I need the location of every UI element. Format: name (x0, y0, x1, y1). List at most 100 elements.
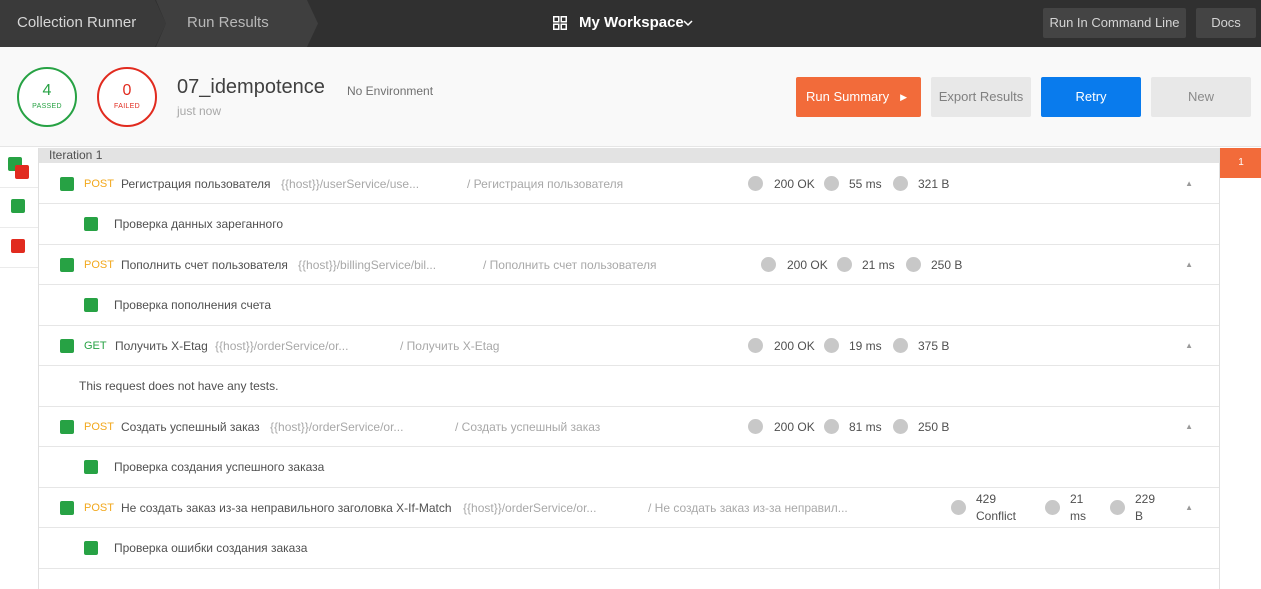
fail-status-icon (15, 165, 29, 179)
pass-status-icon (84, 541, 98, 555)
request-row[interactable]: GET Получить X-Etag {{host}}/orderServic… (39, 326, 1219, 366)
run-summary-button[interactable]: Run Summary ▶ (796, 77, 921, 117)
filter-failed[interactable] (0, 228, 38, 268)
pass-status-icon (60, 339, 74, 353)
fail-status-icon (11, 239, 25, 253)
response-size: 321 B (918, 177, 950, 191)
request-folder: / Регистрация пользователя (467, 177, 624, 191)
results-list: Iteration 1 POST Регистрация пользовател… (39, 148, 1219, 589)
run-in-command-line-button[interactable]: Run In Command Line (1043, 8, 1186, 38)
run-summary-label: Run Summary (806, 89, 890, 104)
collapse-icon[interactable]: ▲ (1185, 245, 1193, 285)
passed-count: 4 (42, 82, 52, 99)
chevron-down-icon (683, 0, 693, 46)
time-dot (837, 257, 852, 272)
size-dot (893, 419, 908, 434)
workspace-label: My Workspace (579, 14, 684, 31)
pass-status-icon (60, 177, 74, 191)
response-time: 55 ms (849, 177, 882, 191)
test-name: Проверка создания успешного заказа (114, 460, 325, 474)
breadcrumb-collection-runner[interactable]: Collection Runner (0, 0, 166, 47)
filter-rail (0, 148, 39, 589)
request-url: {{host}}/userService/use... (281, 177, 420, 191)
test-name: Проверка данных зареганного (114, 217, 283, 231)
request-row[interactable]: POST Пополнить счет пользователя {{host}… (39, 245, 1219, 285)
collapse-icon[interactable]: ▲ (1185, 326, 1193, 366)
request-row[interactable]: POST Регистрация пользователя {{host}}/u… (39, 164, 1219, 204)
pass-status-icon (60, 501, 74, 515)
pass-status-icon (60, 258, 74, 272)
request-method: POST (84, 502, 114, 514)
request-folder: / Пополнить счет пользователя (483, 258, 657, 272)
test-row: Проверка пополнения счета (39, 285, 1219, 326)
pass-status-icon (84, 298, 98, 312)
status-dot (748, 419, 763, 434)
response-status: 429 Conflict (976, 491, 1016, 525)
size-dot (893, 176, 908, 191)
export-results-button[interactable]: Export Results (931, 77, 1031, 117)
request-folder: / Получить X-Etag (400, 339, 500, 353)
test-row: Проверка создания успешного заказа (39, 447, 1219, 488)
request-name: Не создать заказ из-за неправильного заг… (121, 501, 452, 515)
run-name: 07_idempotence (177, 76, 325, 98)
request-url: {{host}}/orderService/or... (215, 339, 349, 353)
size-dot (893, 338, 908, 353)
top-bar: Collection Runner Run Results My Workspa… (0, 0, 1261, 47)
iteration-tab[interactable]: 1 (1220, 148, 1261, 178)
response-size-value: 229 (1135, 492, 1156, 506)
time-dot (1045, 500, 1060, 515)
request-row[interactable]: POST Создать успешный заказ {{host}}/ord… (39, 407, 1219, 447)
collapse-icon[interactable]: ▲ (1185, 164, 1193, 204)
response-time: 19 ms (849, 339, 882, 353)
status-dot (748, 176, 763, 191)
run-summary-header: 4 PASSED 0 FAILED 07_idempotence No Envi… (0, 47, 1261, 147)
new-button[interactable]: New (1151, 77, 1251, 117)
request-name: Получить X-Etag (115, 339, 208, 353)
request-name: Создать успешный заказ (121, 420, 260, 434)
request-method: POST (84, 178, 114, 190)
docs-button[interactable]: Docs (1196, 8, 1256, 38)
response-time-value: 21 (1070, 492, 1084, 506)
test-name: Проверка пополнения счета (114, 298, 272, 312)
response-time: 81 ms (849, 420, 882, 434)
retry-button[interactable]: Retry (1041, 77, 1141, 117)
collapse-icon[interactable]: ▲ (1185, 488, 1193, 528)
test-row: This request does not have any tests. (39, 366, 1219, 407)
response-size: 250 B (918, 420, 950, 434)
status-dot (748, 338, 763, 353)
request-folder: / Не создать заказ из-за неправил... (648, 501, 848, 515)
filter-all[interactable] (0, 148, 38, 188)
response-status: 200 OK (774, 420, 815, 434)
request-row[interactable]: POST Не создать заказ из-за неправильног… (39, 488, 1219, 528)
failed-count: 0 (122, 82, 132, 99)
grid-icon (553, 16, 567, 30)
time-dot (824, 338, 839, 353)
request-url: {{host}}/orderService/or... (463, 501, 597, 515)
iteration-rail: 1 (1219, 148, 1261, 589)
request-name: Пополнить счет пользователя (121, 258, 288, 272)
request-method: POST (84, 259, 114, 271)
response-status: 200 OK (787, 258, 828, 272)
status-dot (951, 500, 966, 515)
pass-status-icon (11, 199, 25, 213)
test-row: Проверка ошибки создания заказа (39, 528, 1219, 569)
request-name: Регистрация пользователя (121, 177, 271, 191)
passed-label: PASSED (32, 103, 62, 110)
collapse-icon[interactable]: ▲ (1185, 407, 1193, 447)
breadcrumb-run-results[interactable]: Run Results (156, 0, 318, 47)
request-folder: / Создать успешный заказ (455, 420, 601, 434)
request-url: {{host}}/orderService/or... (270, 420, 404, 434)
passed-counter: 4 PASSED (17, 67, 77, 127)
response-time: 21 ms (862, 258, 895, 272)
pass-status-icon (84, 460, 98, 474)
response-size: 250 B (931, 258, 963, 272)
size-dot (1110, 500, 1125, 515)
request-method: GET (84, 340, 107, 352)
response-size: 375 B (918, 339, 950, 353)
status-dot (761, 257, 776, 272)
time-dot (824, 419, 839, 434)
filter-passed[interactable] (0, 188, 38, 228)
workspace-switcher[interactable]: My Workspace (553, 0, 703, 47)
environment-label: No Environment (347, 84, 434, 98)
response-size-unit: B (1135, 509, 1144, 523)
